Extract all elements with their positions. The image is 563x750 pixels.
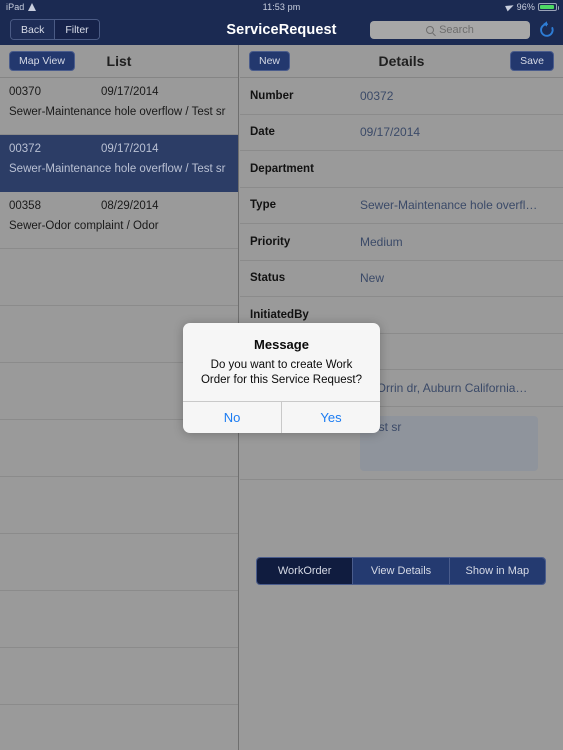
alert-title: Message — [254, 337, 309, 352]
message-alert-dialog: Message Do you want to create Work Order… — [183, 323, 380, 433]
new-button[interactable]: New — [249, 50, 291, 72]
alert-body: Message Do you want to create Work Order… — [183, 323, 380, 401]
search-icon — [426, 26, 435, 34]
back-button[interactable]: Back — [11, 20, 56, 39]
battery-icon — [538, 2, 559, 12]
battery-percent-label: 96% — [516, 2, 535, 12]
save-button[interactable]: Save — [510, 50, 554, 72]
location-arrow-icon — [506, 3, 514, 11]
refresh-icon[interactable] — [537, 20, 557, 40]
nav-segmented-control[interactable]: Back Filter — [10, 19, 100, 40]
status-bar-right: 96% — [506, 2, 559, 12]
alert-yes-button[interactable]: Yes — [282, 402, 380, 433]
search-placeholder: Search — [439, 24, 474, 36]
alert-message: Do you want to create Work Order for thi… — [200, 359, 363, 387]
app-root: iPad 11:53 pm 96% Back Filter ServiceReq… — [0, 0, 563, 750]
search-input[interactable]: Search — [370, 21, 530, 39]
map-view-button[interactable]: Map View — [9, 50, 75, 72]
alert-actions: No Yes — [183, 400, 380, 433]
alert-no-button[interactable]: No — [183, 401, 282, 433]
filter-button[interactable]: Filter — [55, 20, 99, 39]
